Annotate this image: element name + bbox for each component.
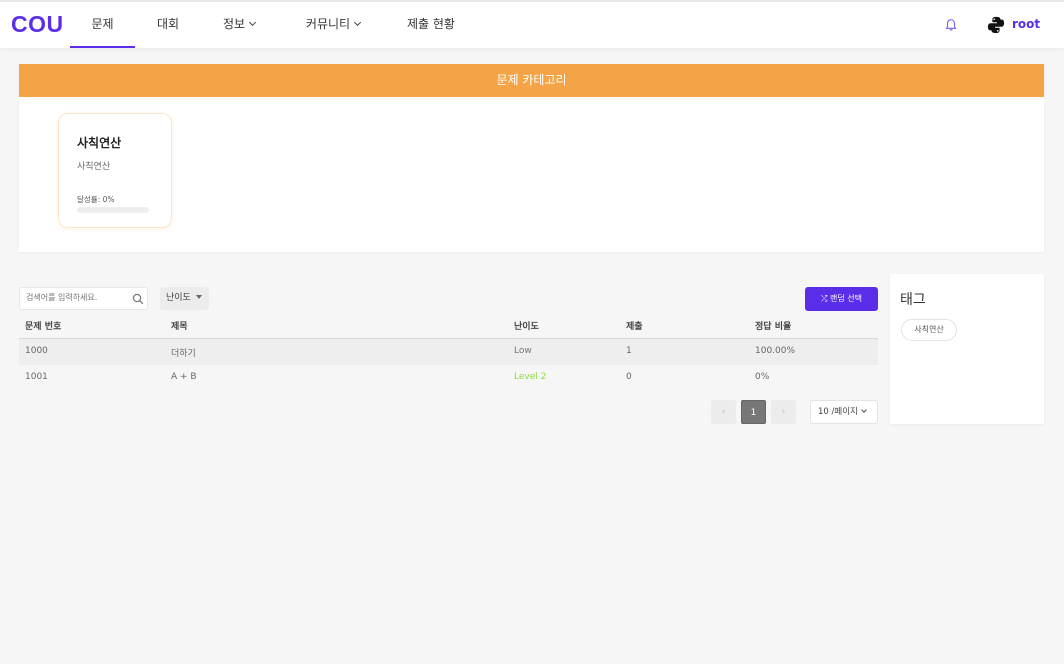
chevron-down-icon xyxy=(249,18,257,27)
chevron-down-icon xyxy=(861,407,867,413)
caret-down-icon xyxy=(195,295,202,299)
category-card-title: 사칙연산 xyxy=(77,136,122,150)
nav-community-label: 커뮤니티 xyxy=(305,17,351,31)
page-size-label: 10 /페이지 xyxy=(818,407,858,417)
category-panel: 문제 카테고리 사칙연산 사칙연산 달성률: 0% xyxy=(19,64,1044,252)
nav-info[interactable]: 정보 xyxy=(214,2,264,48)
table-header: 문제 번호 제목 난이도 제출 정답 비율 xyxy=(19,313,878,339)
search-box xyxy=(19,287,148,310)
category-card[interactable]: 사칙연산 사칙연산 달성률: 0% xyxy=(58,113,172,228)
column-header-submissions[interactable]: 제출 xyxy=(626,319,643,332)
tag-chip[interactable]: 사칙연산 xyxy=(901,319,957,341)
bell-icon[interactable] xyxy=(944,18,958,32)
column-header-title[interactable]: 제목 xyxy=(171,319,188,332)
nav-problems-label: 문제 xyxy=(91,17,114,31)
search-icon[interactable] xyxy=(132,293,144,305)
prev-page-button[interactable]: ‹ xyxy=(711,400,736,424)
column-header-id[interactable]: 문제 번호 xyxy=(25,319,61,332)
column-header-difficulty[interactable]: 난이도 xyxy=(514,319,539,332)
top-header: COU 문제 대회 정보 커뮤니티 제출 현황 root xyxy=(0,0,1064,48)
nav-submission-status-label: 제출 현황 xyxy=(407,17,455,31)
random-select-button[interactable]: ⤮ 랜덤 선택 xyxy=(805,287,878,311)
cell-id: 1001 xyxy=(25,372,48,382)
table-row[interactable]: 1000 더하기 Low 1 100.00% xyxy=(19,339,878,365)
search-input[interactable] xyxy=(26,293,126,302)
cell-title[interactable]: 더하기 xyxy=(171,346,196,359)
cell-difficulty: Low xyxy=(514,346,532,356)
username[interactable]: root xyxy=(1012,17,1040,31)
nav-active-indicator xyxy=(70,46,135,48)
category-card-rate: 달성률: 0% xyxy=(77,195,115,204)
cell-submissions: 1 xyxy=(626,346,632,356)
nav-submission-status[interactable]: 제출 현황 xyxy=(402,2,460,48)
nav-community[interactable]: 커뮤니티 xyxy=(300,2,366,48)
cell-ratio: 0% xyxy=(755,372,770,382)
cell-difficulty: Level 2 xyxy=(514,372,547,382)
logo[interactable]: COU xyxy=(11,11,64,38)
difficulty-filter-button[interactable]: 난이도 xyxy=(160,287,209,310)
nav-contests-label: 대회 xyxy=(156,17,180,31)
problem-table: 문제 번호 제목 난이도 제출 정답 비율 1000 더하기 Low 1 100… xyxy=(19,313,878,391)
table-row[interactable]: 1001 A + B Level 2 0 0% xyxy=(19,365,878,391)
progress-bar xyxy=(77,207,149,213)
chevron-down-icon xyxy=(354,18,362,27)
cell-title[interactable]: A + B xyxy=(171,372,197,382)
difficulty-filter-label: 난이도 xyxy=(166,293,191,303)
next-page-button[interactable]: › xyxy=(771,400,796,424)
nav-contests[interactable]: 대회 xyxy=(148,2,188,48)
tag-panel: 태그 사칙연산 xyxy=(890,274,1044,424)
cell-id: 1000 xyxy=(25,346,48,356)
category-header: 문제 카테고리 xyxy=(19,64,1044,97)
page-size-select[interactable]: 10 /페이지 xyxy=(810,400,878,424)
column-header-ratio[interactable]: 정답 비율 xyxy=(755,319,791,332)
nav-problems[interactable]: 문제 xyxy=(70,2,135,48)
nav-info-label: 정보 xyxy=(222,17,246,31)
category-card-subtitle: 사칙연산 xyxy=(77,162,111,172)
page-1-button[interactable]: 1 xyxy=(741,400,766,424)
cell-ratio: 100.00% xyxy=(755,346,796,356)
tag-panel-title: 태그 xyxy=(900,292,926,308)
avatar[interactable] xyxy=(987,16,1005,34)
cell-submissions: 0 xyxy=(626,372,632,382)
